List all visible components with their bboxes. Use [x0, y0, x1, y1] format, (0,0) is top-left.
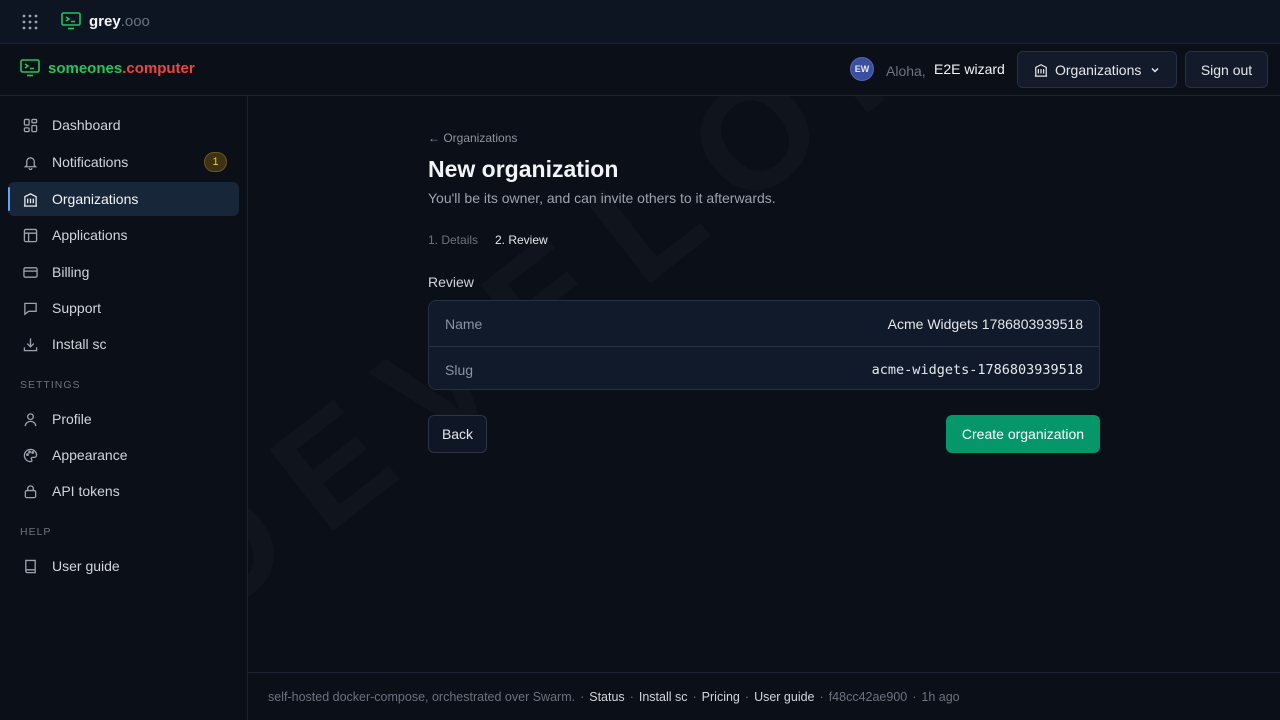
review-value-name: Acme Widgets 1786803939518 — [887, 316, 1083, 332]
palette-icon — [23, 448, 38, 463]
footer: self-hosted docker-compose, orchestrated… — [248, 672, 1280, 720]
sidebar-item-support[interactable]: Support — [8, 291, 239, 325]
grey-brand-name: grey — [89, 12, 121, 30]
footer-text: self-hosted docker-compose, orchestrated… — [268, 689, 576, 704]
chat-icon — [23, 301, 38, 316]
credit-card-icon — [23, 265, 38, 280]
sidebar-item-label: Notifications — [52, 154, 129, 170]
footer-separator: · — [744, 689, 750, 704]
app-brand-link[interactable]: someones. computer — [20, 59, 195, 77]
footer-commit: f48cc42ae900 — [828, 689, 908, 704]
app-brand-name: someones — [48, 59, 123, 77]
footer-separator: · — [819, 689, 824, 704]
avatar[interactable]: EW — [850, 57, 874, 81]
review-heading: Review — [428, 274, 474, 290]
footer-link-status[interactable]: Status — [589, 690, 624, 704]
create-organization-button[interactable]: Create organization — [946, 415, 1100, 453]
review-row-name: Name Acme Widgets 1786803939518 — [429, 301, 1099, 346]
footer-separator: · — [912, 689, 917, 704]
review-row-slug: Slug acme-widgets-1786803939518 — [429, 346, 1099, 389]
sidebar-item-label: Support — [52, 300, 102, 316]
settings-section-label: SETTINGS — [20, 379, 81, 391]
sidebar-item-install-sc[interactable]: Install sc — [8, 327, 239, 361]
app-header: someones. computer EW Aloha, E2E wizard O… — [0, 44, 1280, 96]
footer-age: 1h ago — [921, 689, 960, 704]
footer-separator: · — [692, 689, 697, 704]
chevron-down-icon — [1150, 65, 1160, 75]
sidebar-item-user-guide[interactable]: User guide — [8, 549, 239, 583]
sidebar-item-api-tokens[interactable]: API tokens — [8, 474, 239, 508]
help-section-label: HELP — [20, 526, 52, 538]
review-key: Slug — [445, 362, 474, 378]
grey-brand-tld: .ooo — [120, 12, 150, 30]
back-button[interactable]: Back — [428, 415, 487, 453]
page-subtitle: You'll be its owner, and can invite othe… — [428, 190, 776, 206]
user-icon — [23, 412, 38, 427]
sidebar-item-appearance[interactable]: Appearance — [8, 438, 239, 472]
lock-icon — [23, 484, 38, 499]
sidebar-item-label: Dashboard — [52, 117, 121, 133]
step-review: 2. Review — [495, 233, 548, 247]
sidebar: Dashboard Notifications 1 Organizations … — [0, 96, 248, 720]
app-brand-tld: computer — [126, 59, 195, 77]
sidebar-item-label: User guide — [52, 558, 120, 574]
sidebar-item-label: Appearance — [52, 447, 128, 463]
page-title: New organization — [428, 156, 619, 182]
organizations-dropdown[interactable]: Organizations — [1017, 51, 1177, 88]
footer-link-pricing[interactable]: Pricing — [702, 690, 740, 704]
building-icon — [1034, 63, 1048, 77]
sidebar-item-label: Applications — [52, 227, 128, 243]
review-value-slug: acme-widgets-1786803939518 — [871, 362, 1083, 378]
grey-brand-link[interactable]: grey .ooo — [61, 12, 150, 30]
building-icon — [23, 192, 38, 207]
footer-link-user-guide[interactable]: User guide — [754, 690, 814, 704]
review-summary: Name Acme Widgets 1786803939518 Slug acm… — [428, 300, 1100, 390]
notifications-badge: 1 — [204, 152, 227, 172]
download-icon — [23, 337, 38, 352]
review-key: Name — [445, 316, 483, 332]
greeting: Aloha, — [886, 63, 926, 79]
footer-separator: · — [629, 689, 634, 704]
sidebar-item-dashboard[interactable]: Dashboard — [8, 108, 239, 142]
footer-separator: · — [580, 689, 585, 704]
sidebar-item-label: Organizations — [52, 191, 139, 207]
bell-icon — [23, 155, 38, 170]
terminal-screen-icon — [61, 12, 81, 30]
step-details[interactable]: 1. Details — [428, 233, 478, 247]
main-content: DEVELOPMENT ← Organizations New organiza… — [248, 96, 1280, 672]
top-bar: grey .ooo — [0, 0, 1280, 44]
sidebar-item-label: API tokens — [52, 483, 120, 499]
sidebar-item-label: Install sc — [52, 336, 107, 352]
sidebar-item-label: Billing — [52, 264, 90, 280]
footer-link-install-sc[interactable]: Install sc — [639, 690, 688, 704]
terminal-screen-icon — [20, 59, 40, 77]
username: E2E wizard — [934, 61, 1005, 77]
sidebar-item-billing[interactable]: Billing — [8, 255, 239, 289]
sidebar-item-notifications[interactable]: Notifications 1 — [8, 145, 239, 179]
sidebar-item-label: Profile — [52, 411, 92, 427]
book-icon — [23, 559, 38, 574]
grid-icon[interactable] — [22, 14, 38, 30]
layout-icon — [23, 228, 38, 243]
sidebar-item-profile[interactable]: Profile — [8, 402, 239, 436]
sidebar-item-organizations[interactable]: Organizations — [8, 182, 239, 216]
sidebar-item-applications[interactable]: Applications — [8, 218, 239, 252]
breadcrumb[interactable]: ← Organizations — [428, 131, 517, 145]
organizations-dropdown-label: Organizations — [1055, 61, 1142, 78]
sign-out-button[interactable]: Sign out — [1185, 51, 1268, 88]
dashboard-icon — [23, 118, 38, 133]
